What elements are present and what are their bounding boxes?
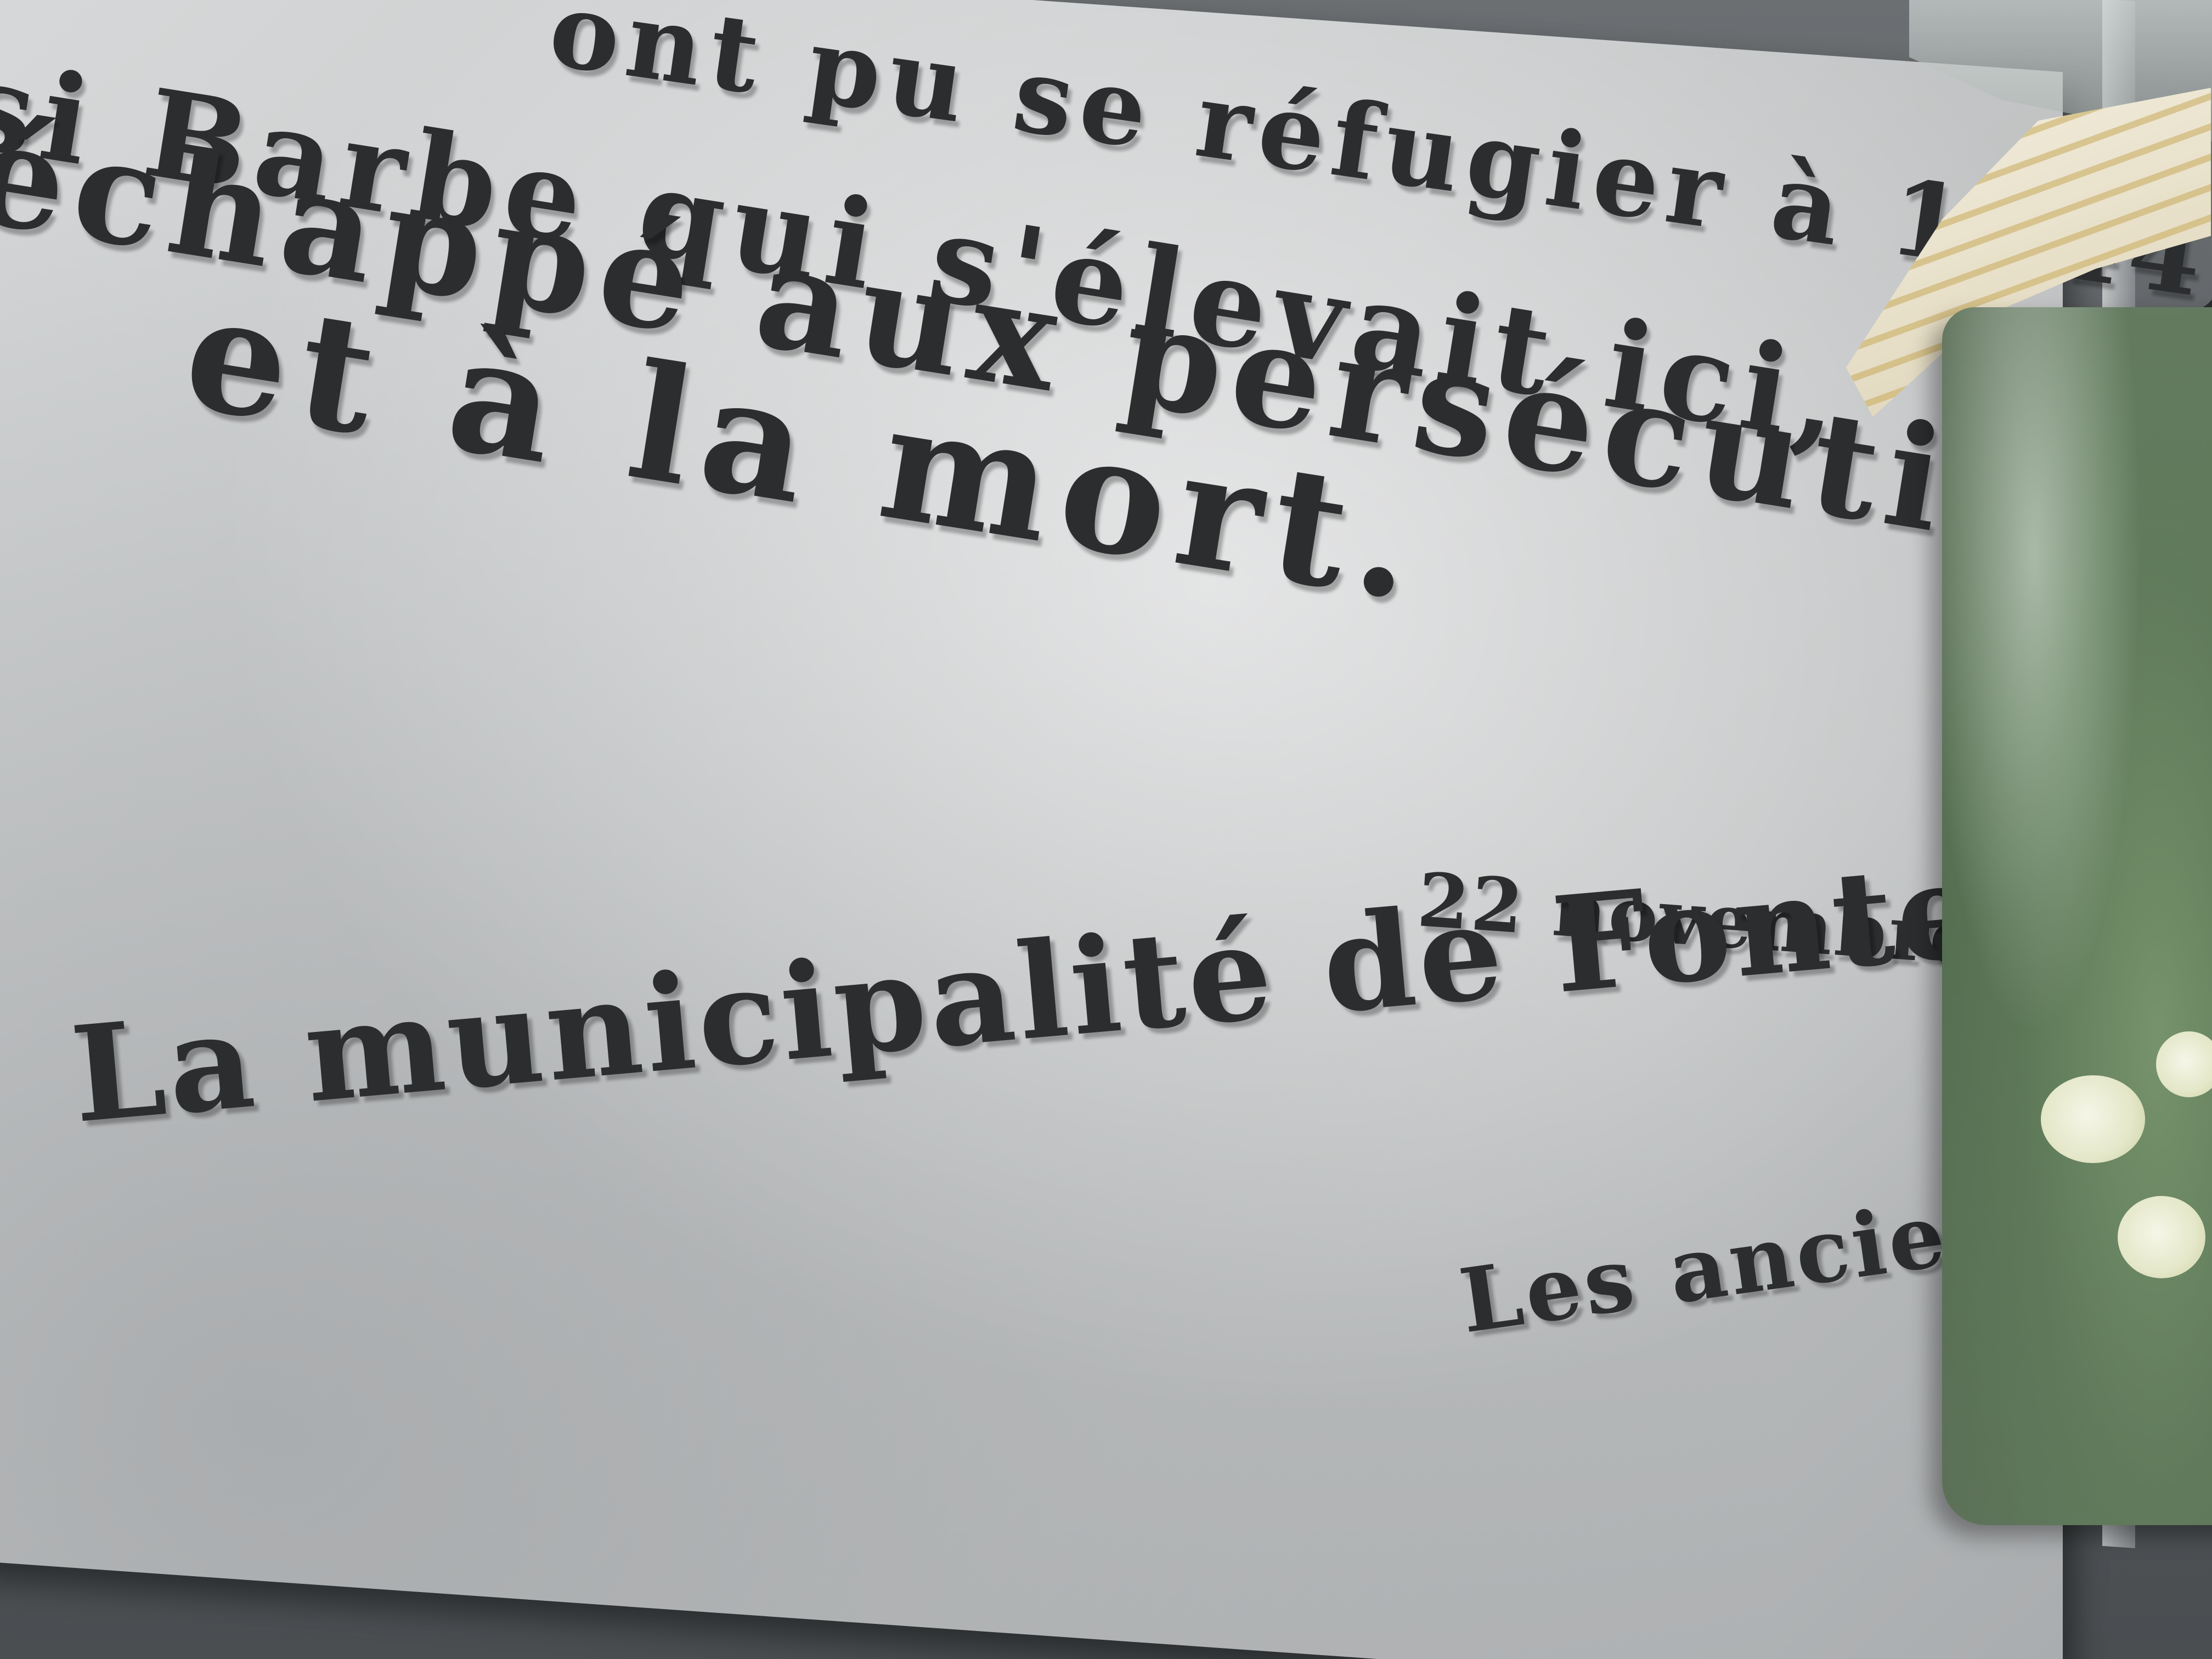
flower-bouquet [1942,307,2212,1525]
photo-scene: ont pu se réfugier à 1944, si Barbe qui … [0,0,2212,1659]
white-flower [2041,1075,2145,1163]
white-flower [2118,1196,2205,1278]
